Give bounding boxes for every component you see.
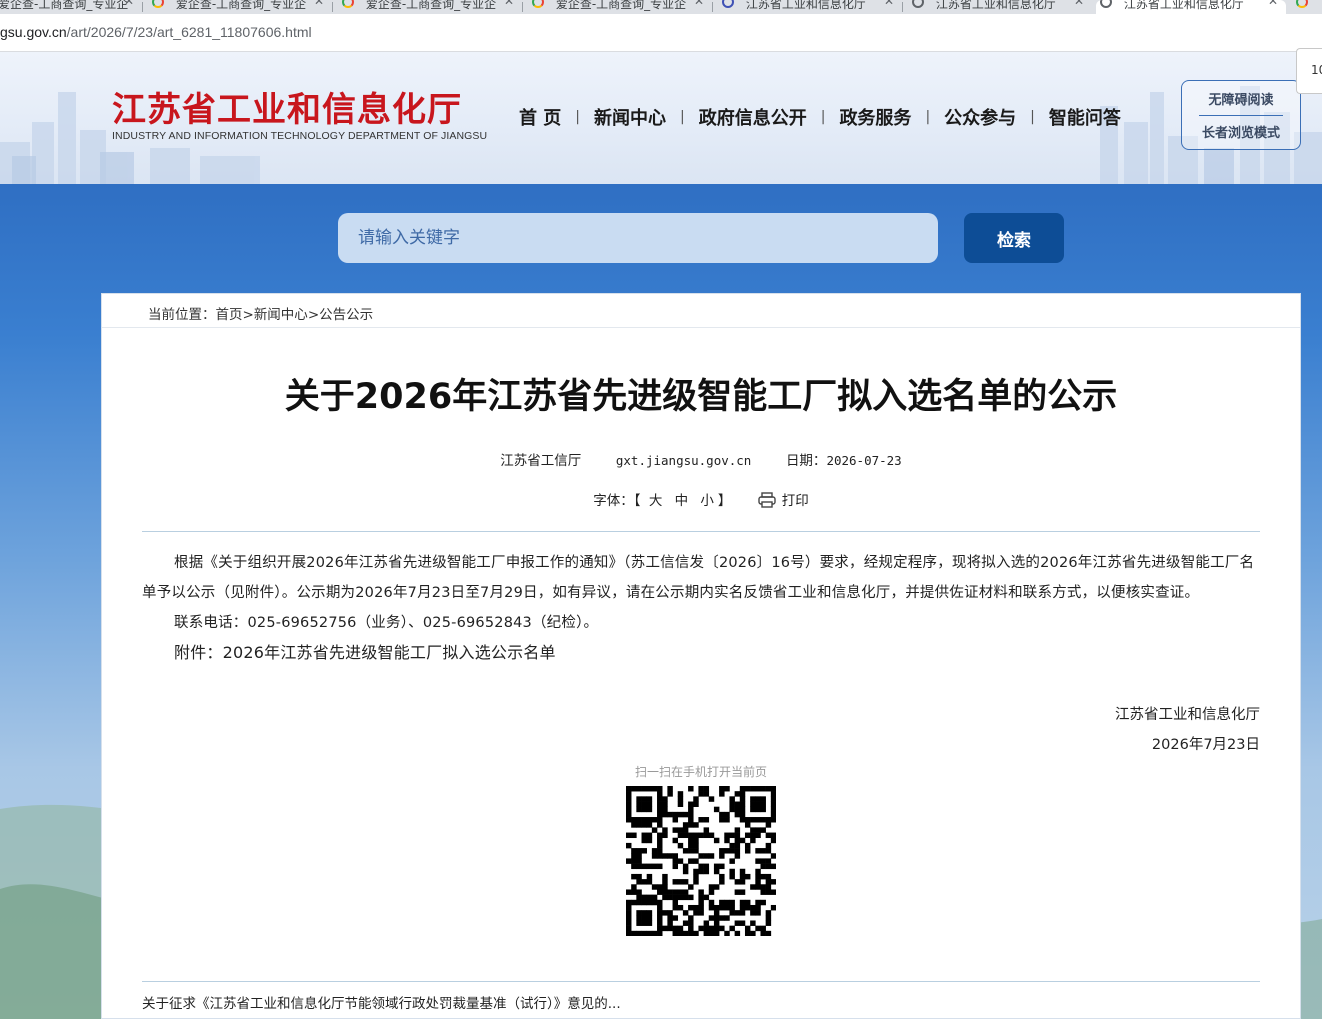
tab-label: 爱企查-工商查询_专业企 [175,0,307,11]
date-label: 日期： [785,453,827,469]
tab-label: 江苏省工业和信息化厅 [745,0,866,11]
breadcrumb-prefix: 当前位置： [148,307,216,323]
close-icon[interactable]: ✕ [314,0,324,7]
browser-tab[interactable] [1292,0,1322,14]
tab-label: 爱企查-工商查询_专业企 [365,0,497,11]
breadcrumb-separator: > [242,307,254,323]
close-icon[interactable]: ✕ [694,0,704,7]
article-date: 2026-07-23 [826,453,902,468]
font-size-large[interactable]: 大 [649,493,663,509]
nav-gov-info[interactable]: 政府信息公开 [699,104,807,130]
nav-separator: | [820,109,826,125]
printer-icon[interactable] [758,492,776,508]
breadcrumb-notices[interactable]: 公告公示 [319,307,373,323]
site-logo[interactable]: 江苏省工业和信息化厅 [112,82,462,131]
font-size-label: 字体： [593,493,634,509]
divider [142,981,1260,982]
nav-separator: | [1030,109,1035,125]
tab-label: 江苏省工业和信息化厅 [1123,0,1244,11]
close-icon[interactable]: ✕ [504,0,514,7]
url-path: /art/2026/7/23/art_6281_11807606.html [66,24,312,40]
attachment-label: 附件： [174,643,223,662]
qr-caption: 扫一扫在手机打开当前页 [634,765,767,779]
article-meta: 江苏省工信厅 gxt.jiangsu.gov.cn 日期：2026-07-23 [102,449,1300,469]
signature-org: 江苏省工业和信息化厅 [1115,707,1260,723]
divider [142,531,1260,532]
browser-tab[interactable]: 爱企查-工商查询_专业企 ✕ [338,0,522,14]
site-header: 江苏省工业和信息化厅 INDUSTRY AND INFORMATION TECH… [0,52,1322,184]
google-icon [532,0,544,8]
divider [102,327,1300,328]
accessible-reading-link[interactable]: 无障碍阅读 [1182,89,1300,108]
tab-label: 爱企查-工商查询_专业企 [555,0,687,11]
breadcrumb-news[interactable]: 新闻中心 [254,307,308,323]
address-bar[interactable]: gsu.gov.cn/art/2026/7/23/art_6281_118076… [0,14,1322,52]
related-article-link[interactable]: 关于征求《江苏省工业和信息化厅节能领域行政处罚裁量基准（试行）》意见的... [142,992,621,1012]
url-text[interactable]: gsu.gov.cn/art/2026/7/23/art_6281_118076… [0,24,312,40]
browser-tab-active[interactable]: 江苏省工业和信息化厅 ✕ [1096,0,1286,14]
article-source: 江苏省工信厅 [500,453,582,469]
nav-home[interactable]: 首 页 [519,104,561,130]
elderly-mode-link[interactable]: 长者浏览模式 [1182,122,1300,141]
article-title: 关于2026年江苏省先进级智能工厂拟入选名单的公示 [284,377,1118,417]
nav-separator: | [925,109,931,125]
search-button[interactable]: 检索 [964,213,1064,263]
qr-code-image [626,786,776,936]
browser-tab-bar: 爱企查-工商查询_专业企 ✕ 爱企查-工商查询_专业企 ✕ 爱企查-工商查询_专… [0,0,1322,14]
close-icon[interactable]: ✕ [1074,0,1084,7]
print-button[interactable]: 打印 [782,493,809,509]
google-icon [342,0,354,8]
nav-separator: | [680,109,685,125]
browser-tab[interactable]: 爱企查-工商查询_专业企 ✕ [528,0,712,14]
google-icon [152,0,164,8]
browser-tab[interactable]: 江苏省工业和信息化厅 ✕ [908,0,1092,14]
browser-tab[interactable]: 爱企查-工商查询_专业企 ✕ [0,0,142,14]
nav-separator: | [575,109,580,125]
side-popup-text: 10 [1311,63,1322,77]
browser-tab[interactable]: 江苏省工业和信息化厅 ✕ [718,0,902,14]
breadcrumb-home[interactable]: 首页 [216,307,243,323]
site-icon [722,0,734,8]
close-icon[interactable]: ✕ [1268,0,1278,7]
nav-services[interactable]: 政务服务 [839,104,911,130]
close-icon[interactable]: ✕ [124,0,134,7]
article-signature: 江苏省工业和信息化厅 2026年7月23日 [1115,700,1260,760]
font-size-small[interactable]: 小 [700,493,714,509]
nav-participation[interactable]: 公众参与 [944,104,1016,130]
nav-news[interactable]: 新闻中心 [594,104,666,130]
search-input[interactable] [338,213,938,263]
accessibility-box: 无障碍阅读 长者浏览模式 [1181,80,1301,150]
article-paragraph: 根据《关于组织开展2026年江苏省先进级智能工厂申报工作的通知》（苏工信信发〔2… [142,555,1255,601]
breadcrumb: 当前位置：首页>新闻中心>公告公示 [148,303,373,323]
article-tools: 字体：【 大 中 小】 打印 [102,489,1300,509]
divider [1199,115,1283,116]
font-size-medium[interactable]: 中 [675,493,689,509]
article-card: 当前位置：首页>新闻中心>公告公示 关于2026年江苏省先进级智能工厂拟入选名单… [101,293,1301,1019]
close-icon[interactable]: ✕ [884,0,894,7]
article-contact: 联系电话：025-69652756（业务）、025-69652843（纪检）。 [174,615,599,631]
tab-label: 爱企查-工商查询_专业企 [0,0,129,11]
signature-date: 2026年7月23日 [1151,737,1260,753]
google-icon [1296,0,1308,8]
article-attachment: 附件：2026年江苏省先进级智能工厂拟入选公示名单 [142,638,1260,668]
article-site: gxt.jiangsu.gov.cn [615,453,752,468]
attachment-link[interactable]: 2026年江苏省先进级智能工厂拟入选公示名单 [223,643,556,662]
url-host: gsu.gov.cn [0,24,67,40]
nav-smart-qa[interactable]: 智能问答 [1049,104,1121,130]
tab-label: 江苏省工业和信息化厅 [935,0,1056,11]
globe-icon [912,0,924,8]
site-logo-en: INDUSTRY AND INFORMATION TECHNOLOGY DEPA… [112,130,488,142]
bracket-close: 】 [717,493,732,509]
browser-tab[interactable]: 爱企查-工商查询_专业企 ✕ [148,0,332,14]
main-nav: 首 页 | 新闻中心 | 政府信息公开 | 政务服务 | 公众参与 | 智能问答 [519,104,1121,130]
article-body: 根据《关于组织开展2026年江苏省先进级智能工厂申报工作的通知》（苏工信信发〔2… [142,548,1260,668]
bracket-open: 【 [633,493,641,509]
globe-icon [1100,0,1112,8]
side-popup[interactable]: 10 [1296,48,1322,94]
breadcrumb-separator: > [307,307,320,323]
